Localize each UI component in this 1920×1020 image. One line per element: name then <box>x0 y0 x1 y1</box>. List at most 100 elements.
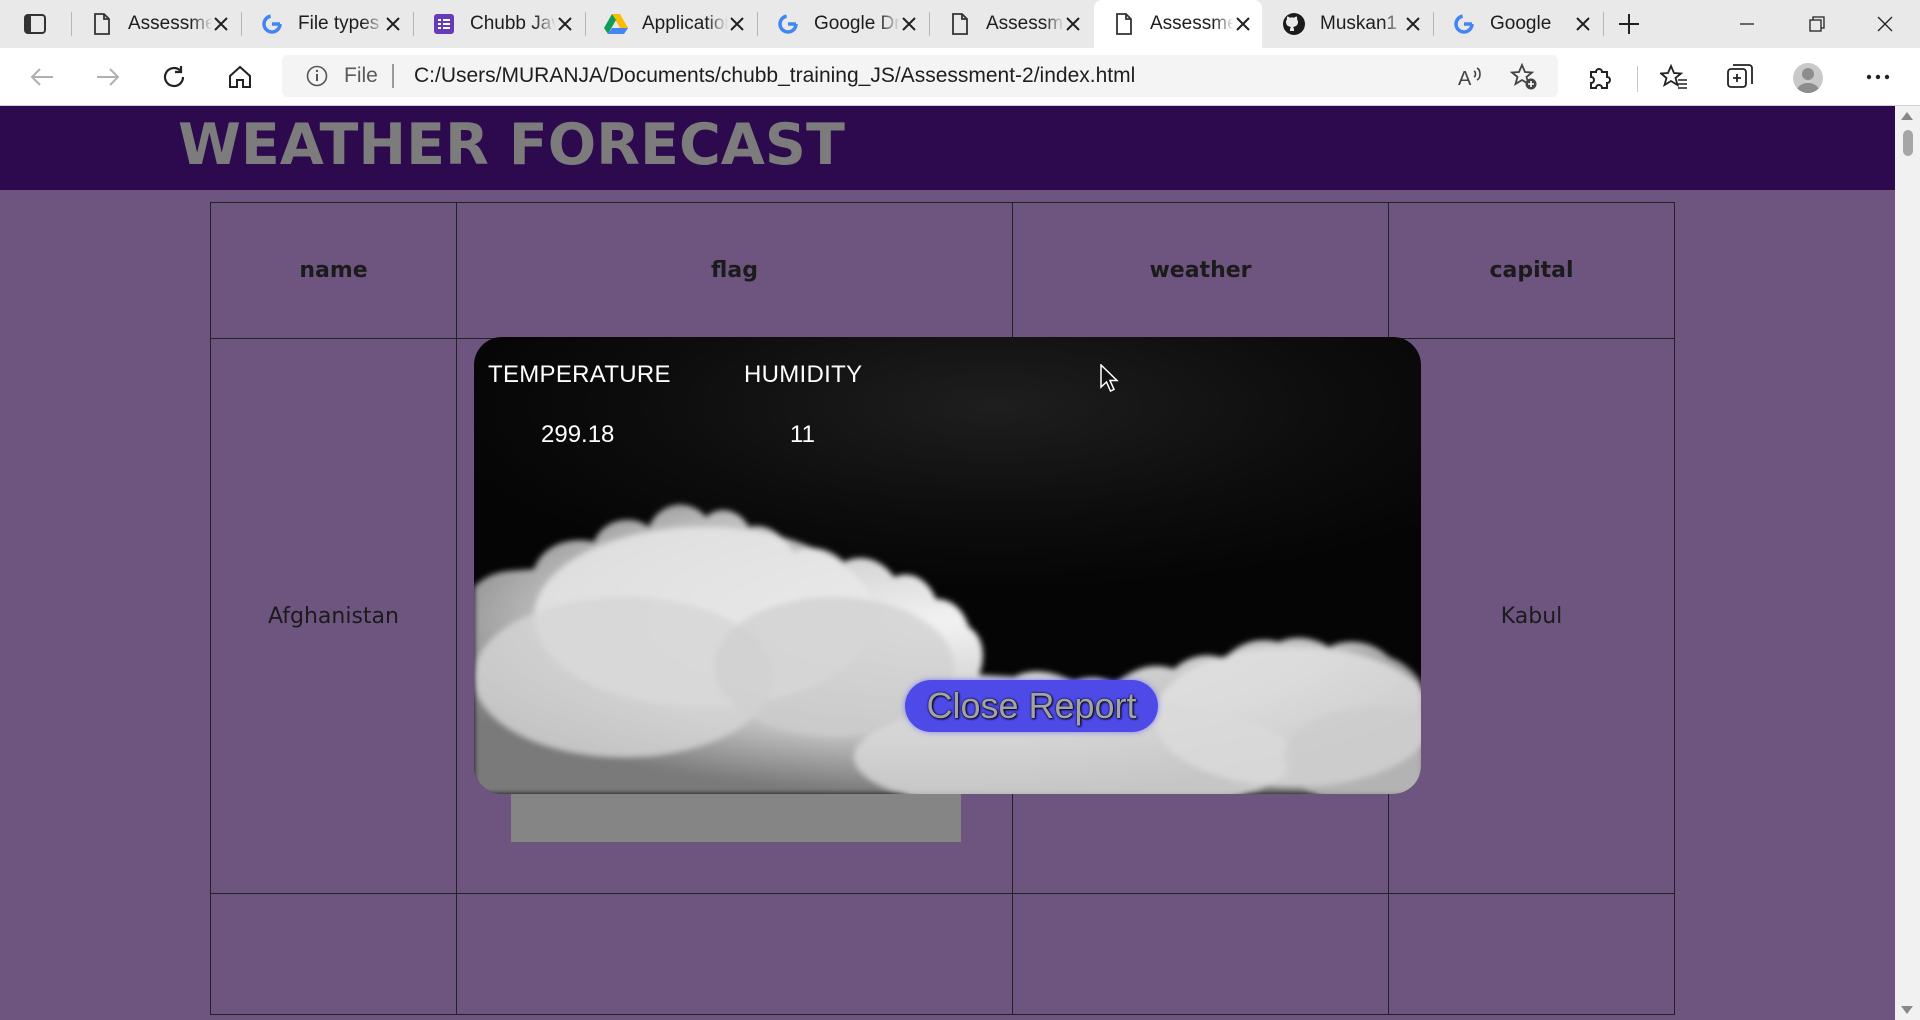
google-icon <box>776 12 800 36</box>
tab-title: Google <box>1490 13 1552 34</box>
url-field[interactable]: File C:/Users/MURANJA/Documents/chubb_tr… <box>282 55 1558 97</box>
refresh-button[interactable] <box>154 58 194 96</box>
avatar[interactable] <box>1793 63 1823 93</box>
tab-bar: Assessment File types Chubb Java Applica… <box>0 0 1920 48</box>
tab-title: Assessment <box>1150 13 1234 34</box>
close-tab-icon[interactable] <box>900 15 918 33</box>
info-icon[interactable] <box>306 65 328 87</box>
tab-title: Chubb Java <box>470 13 556 34</box>
close-tab-icon[interactable] <box>1234 15 1252 33</box>
page-icon <box>1112 12 1136 36</box>
tab-actions-icon <box>24 14 46 34</box>
close-tab-icon[interactable] <box>384 15 402 33</box>
close-tab-icon[interactable] <box>728 15 746 33</box>
svg-text:A: A <box>1458 68 1472 89</box>
tab-assessment-active[interactable]: Assessment <box>1094 0 1262 48</box>
favorites-button[interactable] <box>1654 58 1694 96</box>
page-content: WEATHER FORECAST name flag weather capit… <box>0 106 1895 1020</box>
google-icon <box>260 12 284 36</box>
column-header-capital: capital <box>1388 202 1675 339</box>
close-tab-icon[interactable] <box>556 15 574 33</box>
add-favorite-button[interactable] <box>1504 58 1544 96</box>
tab-title: Assessment <box>986 13 1064 34</box>
back-button[interactable] <box>22 58 62 96</box>
close-tab-icon[interactable] <box>1404 15 1422 33</box>
tab-assessment-1[interactable]: Assessment <box>72 0 240 48</box>
weather-report-modal: TEMPERATURE HUMIDITY 299.18 11 Close Rep… <box>474 337 1421 794</box>
close-tab-icon[interactable] <box>1574 15 1592 33</box>
tab-title: Google Drive <box>814 13 900 34</box>
tab-assessment-2[interactable]: Assessment <box>930 0 1092 48</box>
humidity-label: HUMIDITY <box>744 361 863 388</box>
close-tab-icon[interactable] <box>1064 15 1082 33</box>
column-header-flag: flag <box>456 202 1013 339</box>
drive-icon <box>604 12 628 36</box>
table-header-row: name flag weather capital <box>210 202 1675 339</box>
scroll-down-arrow-icon[interactable] <box>1901 1006 1913 1014</box>
tab-separator <box>1603 12 1604 36</box>
scheme-label: File <box>344 64 378 87</box>
column-header-weather: weather <box>1012 202 1389 339</box>
home-icon <box>229 65 251 88</box>
new-tab-button[interactable] <box>1612 10 1646 38</box>
collections-icon <box>1727 64 1753 88</box>
read-aloud-icon: A <box>1458 67 1481 89</box>
address-bar: File C:/Users/MURANJA/Documents/chubb_tr… <box>0 48 1920 106</box>
puzzle-icon <box>1590 68 1611 89</box>
scroll-thumb[interactable] <box>1903 130 1913 156</box>
tab-title: File types <box>298 13 380 34</box>
more-icon <box>1866 74 1890 80</box>
page-icon <box>90 12 114 36</box>
temperature-value: 299.18 <box>541 421 615 448</box>
scroll-up-arrow-icon[interactable] <box>1901 112 1913 120</box>
restore-button[interactable] <box>1782 0 1852 48</box>
close-window-button[interactable] <box>1850 0 1920 48</box>
page-title: WEATHER FORECAST <box>178 112 845 178</box>
tab-github[interactable]: Muskan1 <box>1264 0 1432 48</box>
tab-title: Muskan1 <box>1320 13 1398 34</box>
vertical-scrollbar[interactable] <box>1895 106 1920 1020</box>
page-header: WEATHER FORECAST <box>0 106 1895 190</box>
url-text[interactable]: C:/Users/MURANJA/Documents/chubb_trainin… <box>414 64 1135 88</box>
minimize-icon <box>1740 23 1754 25</box>
settings-menu-button[interactable] <box>1858 58 1898 96</box>
column-header-name: name <box>210 202 457 339</box>
capital-cell: Kabul <box>1388 338 1675 894</box>
tab-google-drive[interactable]: Google Drive <box>758 0 928 48</box>
google-icon <box>1452 12 1476 36</box>
tab-applications[interactable]: Applications <box>586 0 756 48</box>
flag-image-placeholder <box>511 792 961 842</box>
back-arrow-icon <box>30 68 53 86</box>
favorites-icon <box>1660 64 1687 89</box>
read-aloud-button[interactable]: A <box>1452 58 1492 96</box>
close-tab-icon[interactable] <box>212 15 230 33</box>
temperature-label: TEMPERATURE <box>488 361 671 388</box>
forward-button[interactable] <box>88 58 128 96</box>
tab-title: Assessment <box>128 13 212 34</box>
forward-arrow-icon <box>97 68 120 86</box>
plus-icon <box>1619 14 1639 34</box>
tab-google[interactable]: Google <box>1434 0 1602 48</box>
flag-cell <box>456 893 1013 1015</box>
refresh-icon <box>163 66 185 88</box>
tab-title: Applications <box>642 13 728 34</box>
close-icon <box>1877 16 1893 32</box>
collections-button[interactable] <box>1720 58 1760 96</box>
country-name-cell: Afghanistan <box>210 338 457 894</box>
table-row <box>210 893 1675 1015</box>
home-button[interactable] <box>220 58 260 96</box>
tab-chubb[interactable]: Chubb Java <box>414 0 584 48</box>
weather-cell <box>1012 893 1389 1015</box>
capital-cell <box>1388 893 1675 1015</box>
page-icon <box>948 12 972 36</box>
tab-file-types[interactable]: File types <box>242 0 412 48</box>
restore-icon <box>1809 16 1825 32</box>
toolbar-divider <box>1637 66 1638 92</box>
github-icon <box>1282 12 1306 36</box>
profile-icon <box>1796 68 1820 93</box>
tab-actions-button[interactable] <box>20 12 50 36</box>
minimize-button[interactable] <box>1712 0 1782 48</box>
extensions-button[interactable] <box>1580 58 1620 96</box>
mouse-cursor-icon <box>1100 364 1119 392</box>
close-report-button[interactable]: Close Report <box>905 680 1158 732</box>
